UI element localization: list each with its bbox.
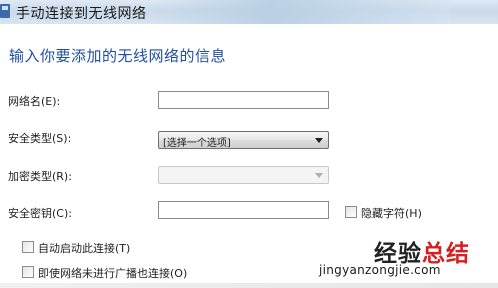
hide-chars-label: 隐藏字符(H) xyxy=(361,207,422,220)
watermark: 经验总结 jingyanzongjie.com xyxy=(316,232,498,288)
encryption-type-label: 加密类型(R): xyxy=(8,170,72,183)
chevron-down-icon xyxy=(315,173,323,178)
watermark-url: jingyanzongjie.com xyxy=(319,263,441,277)
auto-start-checkbox[interactable] xyxy=(22,241,34,253)
page-heading: 输入你要添加的无线网络的信息 xyxy=(9,47,227,65)
chevron-down-icon xyxy=(315,138,323,143)
connect-hidden-checkbox[interactable] xyxy=(22,266,34,278)
titlebar-glow xyxy=(150,0,450,24)
auto-start-label: 自动启动此连接(T) xyxy=(38,242,131,255)
network-name-input[interactable] xyxy=(158,91,329,109)
network-name-label: 网络名(E): xyxy=(8,95,61,108)
encryption-type-select[interactable] xyxy=(158,166,329,184)
security-key-input[interactable] xyxy=(158,201,329,219)
hide-chars-checkbox[interactable] xyxy=(345,206,357,218)
network-wizard-icon xyxy=(0,4,10,18)
connect-hidden-label: 即使网络未进行广播也连接(O) xyxy=(38,267,188,280)
security-type-label: 安全类型(S): xyxy=(8,132,72,145)
security-type-value: [选择一个选项] xyxy=(163,138,231,149)
window-titlebar: 手动连接到无线网络 xyxy=(0,0,498,24)
window-title: 手动连接到无线网络 xyxy=(16,6,147,22)
security-type-select[interactable]: [选择一个选项] xyxy=(158,131,329,149)
security-key-label: 安全密钥(C): xyxy=(8,207,72,220)
